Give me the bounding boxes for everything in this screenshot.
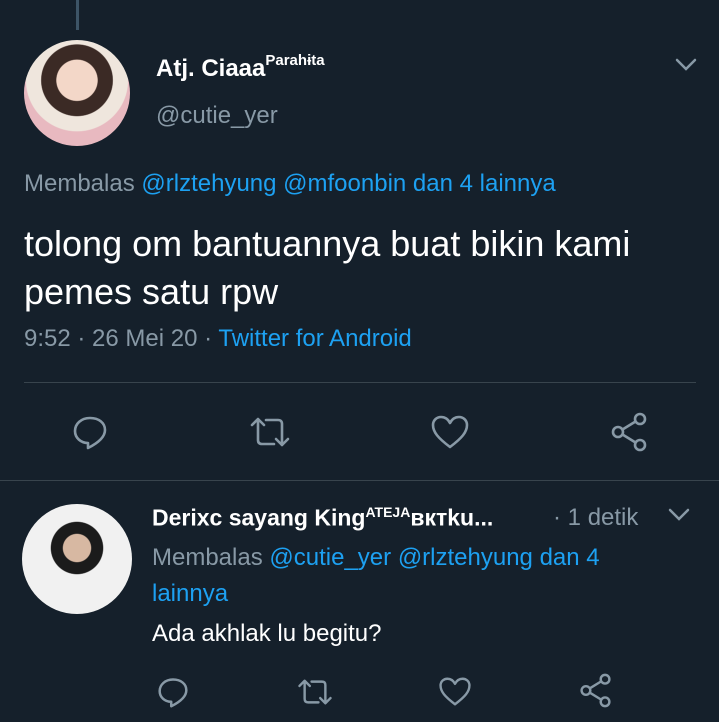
thread-line <box>76 0 79 30</box>
tweet-text: Ada akhlak lu begitu? <box>152 620 382 647</box>
timestamp: · 1 detik <box>553 504 639 531</box>
display-name[interactable]: Atj. CiaaaParahɨta <box>156 52 325 83</box>
divider <box>24 382 696 383</box>
chevron-down-icon[interactable] <box>668 508 690 522</box>
retweet-icon[interactable] <box>296 678 334 706</box>
reply-icon[interactable] <box>72 414 108 450</box>
reply-icon[interactable] <box>157 676 189 708</box>
mention-link[interactable]: @rlztehyung <box>141 170 276 197</box>
share-icon[interactable] <box>610 412 648 452</box>
mention-link[interactable]: @rlztehyung <box>398 544 533 571</box>
retweet-icon[interactable] <box>248 416 292 448</box>
others-link[interactable]: dan 4 lainnya <box>413 170 556 197</box>
reply-context: Membalas @rlztehyung @mfoonbin dan 4 lai… <box>24 170 556 197</box>
display-name[interactable]: Derixc sayang KingATEJAвктku... <box>152 504 493 532</box>
chevron-down-icon[interactable] <box>675 58 697 72</box>
reply-context: Membalas @cutie_yer @rlztehyung dan 4 la… <box>152 544 600 607</box>
avatar[interactable] <box>24 40 130 146</box>
share-icon[interactable] <box>579 673 612 708</box>
source-link[interactable]: Twitter for Android <box>218 325 411 352</box>
handle[interactable]: @cutie_yer <box>156 102 278 130</box>
like-icon[interactable] <box>430 414 470 450</box>
tweet-text: tolong om bantuannya buat bikin kami pem… <box>24 223 631 312</box>
mention-link[interactable]: @mfoonbin <box>283 170 406 197</box>
avatar[interactable] <box>22 504 132 614</box>
tweet-meta: 9:52 · 26 Mei 20 · Twitter for Android <box>24 325 412 352</box>
mention-link[interactable]: @cutie_yer <box>269 544 391 571</box>
like-icon[interactable] <box>438 676 472 707</box>
divider <box>0 480 719 481</box>
